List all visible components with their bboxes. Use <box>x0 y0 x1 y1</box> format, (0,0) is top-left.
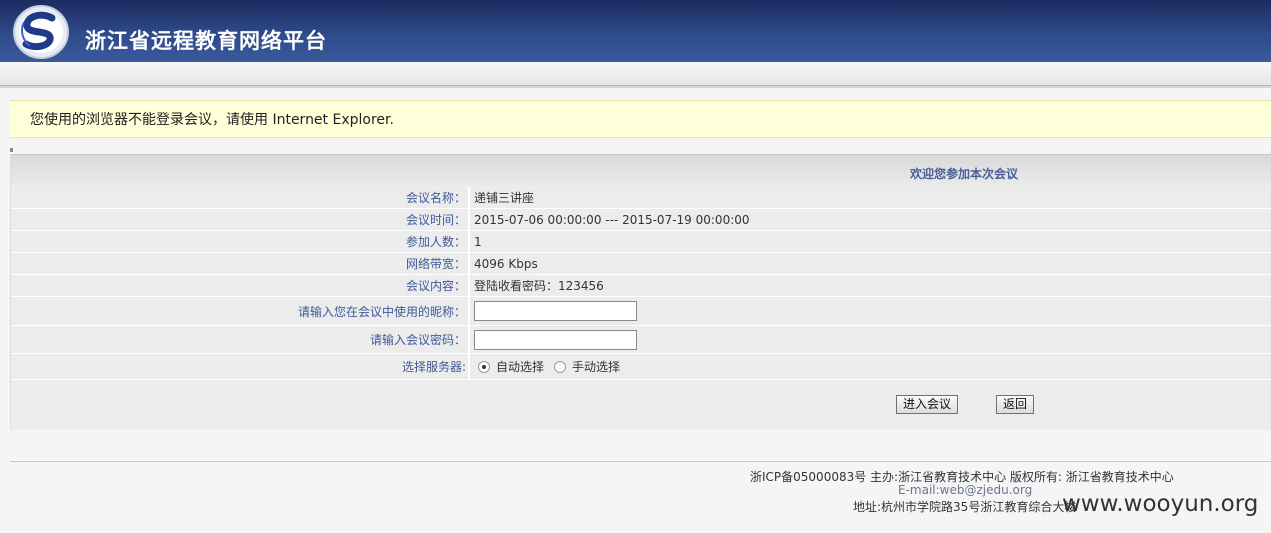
radio-label-manual: 手动选择 <box>572 360 621 374</box>
row-value: 递铺三讲座 <box>474 191 535 205</box>
info-row-participants: 参加人数： 1 <box>11 231 1271 253</box>
divider <box>468 326 470 353</box>
divider <box>468 253 470 274</box>
divider <box>468 275 470 296</box>
info-row-bandwidth: 网络带宽： 4096 Kbps <box>11 253 1271 275</box>
password-field-wrap <box>474 326 637 353</box>
radio-label-auto: 自动选择 <box>496 360 545 374</box>
divider <box>468 231 470 252</box>
watermark: www.wooyun.org <box>1062 491 1259 517</box>
divider <box>468 297 470 325</box>
site-header: 浙江省远程教育网络平台 <box>0 0 1271 62</box>
info-row-content: 会议内容： 登陆收看密码：123456 <box>11 275 1271 297</box>
row-label: 参加人数： <box>405 235 466 249</box>
browser-warning-notice: 您使用的浏览器不能登录会议，请使用 Internet Explorer. <box>10 100 1271 138</box>
footer-divider <box>10 461 1271 462</box>
divider <box>468 354 470 379</box>
nickname-label: 请输入您在会议中使用的昵称： <box>297 304 466 319</box>
server-row: 选择服务器: 自动选择 手动选择 <box>11 354 1271 380</box>
row-value: 1 <box>474 234 482 249</box>
row-label: 网络带宽： <box>405 257 466 271</box>
corner-mark <box>10 148 13 152</box>
panel-header: 欢迎您参加本次会议 <box>11 154 1271 186</box>
nickname-input[interactable] <box>474 301 637 321</box>
panel-title: 欢迎您参加本次会议 <box>910 167 1019 181</box>
radio-auto-select[interactable] <box>478 360 490 373</box>
sub-navigation-bar <box>0 62 1271 86</box>
info-row-meeting-time: 会议时间： 2015-07-06 00:00:00 --- 2015-07-19… <box>11 209 1271 231</box>
divider <box>468 187 470 208</box>
server-options: 自动选择 手动选择 <box>474 354 630 379</box>
divider <box>0 86 1271 88</box>
row-value: 2015-07-06 00:00:00 --- 2015-07-19 00:00… <box>474 212 750 227</box>
password-label: 请输入会议密码： <box>369 333 466 347</box>
info-row-meeting-name: 会议名称： 递铺三讲座 <box>11 187 1271 209</box>
footer-email: E-mail:web@zjedu.org <box>898 483 1033 497</box>
back-button[interactable]: 返回 <box>996 395 1035 414</box>
row-label: 会议名称： <box>405 191 466 205</box>
row-value: 4096 Kbps <box>474 256 538 271</box>
site-title: 浙江省远程教育网络平台 <box>85 29 327 53</box>
server-label: 选择服务器: <box>401 360 466 374</box>
nickname-field-wrap <box>474 297 637 325</box>
row-value: 登陆收看密码：123456 <box>474 279 604 293</box>
radio-manual-select[interactable] <box>554 360 567 373</box>
row-label: 会议时间： <box>405 213 466 227</box>
divider <box>468 209 470 230</box>
row-label: 会议内容： <box>405 279 466 293</box>
nickname-row: 请输入您在会议中使用的昵称： <box>11 297 1271 326</box>
swirl-logo-icon <box>13 5 69 59</box>
password-input[interactable] <box>474 329 637 350</box>
footer-address: 地址:杭州市学院路35号浙江教育综合大楼 <box>853 500 1077 514</box>
enter-meeting-button[interactable]: 进入会议 <box>896 395 959 414</box>
password-row: 请输入会议密码： <box>11 326 1271 354</box>
meeting-panel: 欢迎您参加本次会议 会议名称： 递铺三讲座 会议时间： 2015-07-06 0… <box>10 154 1271 430</box>
